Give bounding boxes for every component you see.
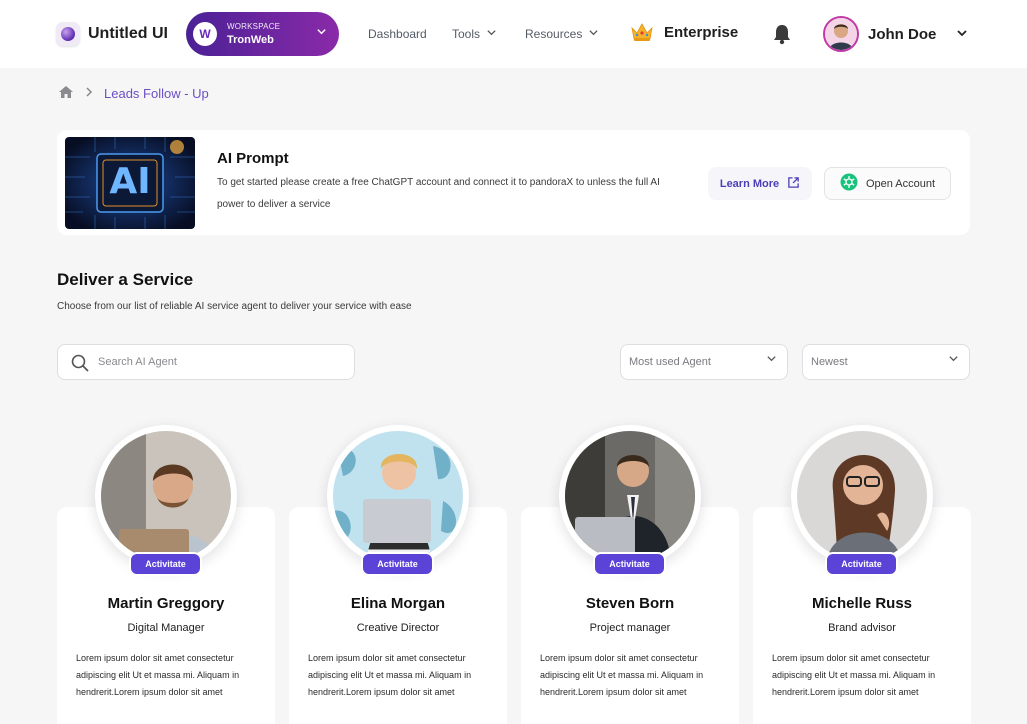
order-sort-value: Newest <box>811 356 848 368</box>
open-account-button[interactable]: Open Account <box>824 167 951 200</box>
agent-name: Martin Greggory <box>107 595 225 612</box>
nav-dashboard-label: Dashboard <box>368 27 427 41</box>
agent-photo <box>559 425 701 567</box>
agent-name: Steven Born <box>585 595 675 612</box>
nav-tools-label: Tools <box>452 27 481 41</box>
agent-sort-select[interactable]: Most used Agent <box>620 344 788 380</box>
breadcrumb: Leads Follow - Up <box>58 85 209 102</box>
enterprise-label: Enterprise <box>664 23 739 41</box>
agent-role: Digital Manager <box>127 622 205 634</box>
agent-description: Lorem ipsum dolor sit amet consectetur a… <box>540 653 704 697</box>
agent-sort-value: Most used Agent <box>629 356 711 368</box>
workspace-text: WORKSPACE TronWeb <box>227 22 280 46</box>
learn-more-label: Learn More <box>719 177 780 190</box>
section-title: Deliver a Service <box>57 270 194 289</box>
section-subtitle: Choose from our list of reliable AI serv… <box>57 301 412 312</box>
agent-name: Michelle Russ <box>811 595 913 612</box>
chevron-down-icon <box>316 26 327 40</box>
agent-description: Lorem ipsum dolor sit amet consectetur a… <box>772 653 936 697</box>
workspace-switcher[interactable]: W WORKSPACE TronWeb <box>186 12 339 56</box>
external-link-icon <box>787 176 800 192</box>
ai-prompt-card: AI AI Prompt To get started please creat… <box>57 130 970 235</box>
chevron-down-icon <box>948 345 959 379</box>
prompt-description: To get started please create a free Chat… <box>217 177 660 210</box>
agent-role: Creative Director <box>356 622 440 634</box>
chatgpt-icon <box>840 173 858 194</box>
avatar <box>823 16 859 52</box>
chevron-down-icon <box>486 27 497 41</box>
home-icon[interactable] <box>58 85 74 102</box>
nav-resources[interactable]: Resources <box>525 27 599 41</box>
agent-description: Lorem ipsum dolor sit amet consectetur a… <box>308 653 472 697</box>
user-menu[interactable]: John Doe <box>823 16 936 52</box>
search-input[interactable] <box>98 345 348 379</box>
search-box <box>57 344 355 380</box>
brand[interactable]: Untitled UI <box>56 22 168 46</box>
learn-more-button[interactable]: Learn More <box>708 167 812 200</box>
agent-name: Elina Morgan <box>350 595 446 612</box>
chevron-down-icon <box>588 27 599 41</box>
workspace-name: TronWeb <box>227 34 274 46</box>
agent-description: Lorem ipsum dolor sit amet consectetur a… <box>76 653 240 697</box>
prompt-title: AI Prompt <box>217 150 289 167</box>
workspace-logo-icon: W <box>193 22 217 46</box>
user-name: John Doe <box>868 25 937 43</box>
agent-role: Brand advisor <box>828 622 896 634</box>
nav-dashboard[interactable]: Dashboard <box>368 27 427 41</box>
crown-icon <box>630 22 654 42</box>
activate-button[interactable]: Activitate <box>129 552 202 576</box>
search-icon <box>70 353 90 373</box>
nav-resources-label: Resources <box>525 27 583 41</box>
agent-role: Project manager <box>589 622 671 634</box>
activate-button[interactable]: Activitate <box>825 552 898 576</box>
brand-name: Untitled UI <box>88 25 168 42</box>
nav-tools[interactable]: Tools <box>452 27 497 41</box>
brand-logo-icon <box>56 22 80 46</box>
activate-button[interactable]: Activitate <box>593 552 666 576</box>
agent-photo <box>791 425 933 567</box>
chevron-down-icon[interactable] <box>956 27 968 42</box>
open-account-label: Open Account <box>865 177 936 190</box>
order-sort-select[interactable]: Newest <box>802 344 970 380</box>
chevron-down-icon <box>766 345 777 379</box>
agent-photo <box>327 425 469 567</box>
ai-chip-image: AI <box>65 137 195 229</box>
agent-photo <box>95 425 237 567</box>
chevron-right-icon <box>84 86 94 101</box>
workspace-label: WORKSPACE <box>227 22 281 31</box>
ai-chip-label: AI <box>109 161 151 202</box>
bell-icon[interactable] <box>772 23 792 45</box>
activate-button[interactable]: Activitate <box>361 552 434 576</box>
top-header: Untitled UI W WORKSPACE TronWeb Dashboar… <box>0 0 1027 68</box>
enterprise-link[interactable]: Enterprise <box>630 22 738 42</box>
breadcrumb-current[interactable]: Leads Follow - Up <box>104 86 209 101</box>
